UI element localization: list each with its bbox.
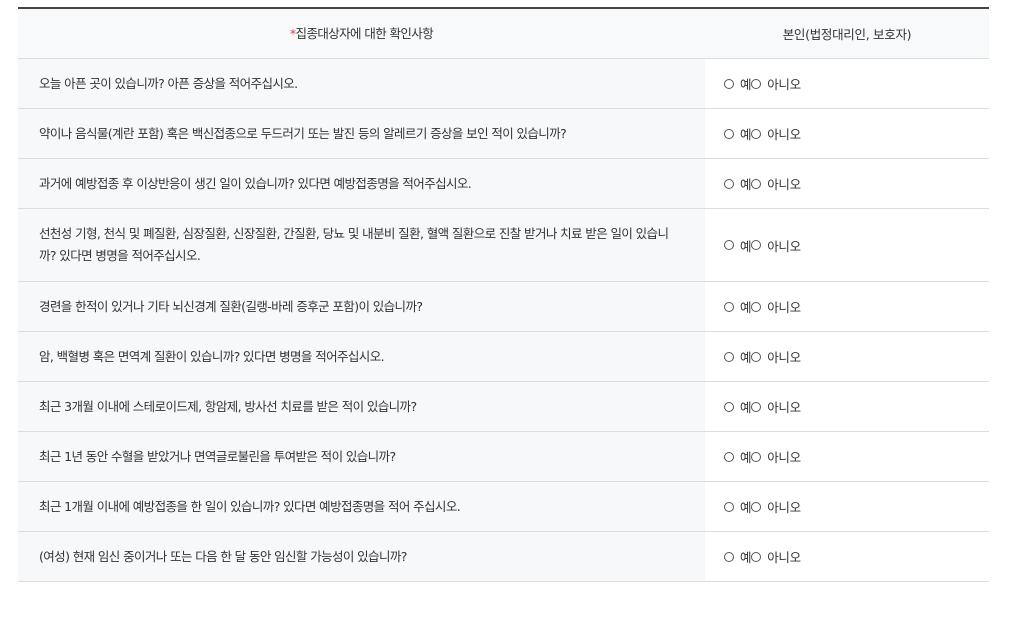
option-no[interactable]: 아니오 [751, 297, 801, 316]
question-text: 암, 백혈병 혹은 면역계 질환이 있습니까? 있다면 병명을 적어주십시오. [18, 332, 705, 381]
option-no[interactable]: 아니오 [751, 547, 801, 566]
table-row: 암, 백혈병 혹은 면역계 질환이 있습니까? 있다면 병명을 적어주십시오. 예… [18, 332, 989, 382]
radio-yes[interactable] [724, 178, 734, 189]
option-no-label: 아니오 [767, 300, 801, 315]
question-text: (여성) 현재 임신 중이거나 또는 다음 한 달 동안 임신할 가능성이 있습… [18, 532, 705, 581]
option-no-label: 아니오 [767, 238, 801, 254]
option-yes[interactable]: 예 [724, 397, 752, 416]
option-yes-label: 예 [740, 400, 752, 415]
table-row: (여성) 현재 임신 중이거나 또는 다음 한 달 동안 임신할 가능성이 있습… [18, 532, 989, 582]
answer-column-label: 본인(법정대리인, 보호자) [782, 27, 912, 42]
table-row: 선천성 기형, 천식 및 폐질환, 심장질환, 신장질환, 간질환, 당뇨 및 … [18, 209, 989, 282]
option-no[interactable]: 아니오 [751, 347, 801, 366]
answer-options: 예 아니오 [705, 382, 989, 431]
table-row: 약이나 음식물(계란 포함) 혹은 백신접종으로 두드러기 또는 발진 등의 알… [18, 109, 989, 159]
option-yes-label: 예 [740, 238, 752, 254]
option-no-label: 아니오 [767, 350, 801, 365]
question-column-header: * 집종대상자에 대한 확인사항 [18, 9, 705, 58]
option-yes-label: 예 [740, 300, 752, 315]
option-no[interactable]: 아니오 [751, 74, 801, 93]
radio-yes[interactable] [724, 501, 734, 512]
option-no[interactable]: 아니오 [751, 497, 801, 516]
option-yes[interactable]: 예 [724, 297, 752, 316]
option-yes[interactable]: 예 [724, 447, 752, 466]
option-no-label: 아니오 [767, 127, 801, 142]
radio-no[interactable] [751, 551, 762, 562]
answer-options: 예 아니오 [705, 482, 989, 531]
question-text: 과거에 예방접종 후 이상반응이 생긴 일이 있습니까? 있다면 예방접종명을 … [18, 159, 705, 208]
option-yes[interactable]: 예 [724, 174, 752, 193]
table-row: 최근 1년 동안 수혈을 받았거나 면역글로불린을 투여받은 적이 있습니까? 예… [18, 432, 989, 482]
answer-options: 예 아니오 [705, 109, 989, 158]
radio-no[interactable] [751, 401, 762, 412]
radio-yes[interactable] [724, 551, 734, 562]
question-text: 경련을 한적이 있거나 기타 뇌신경계 질환(길랭-바레 증후군 포함)이 있습… [18, 282, 705, 331]
radio-no[interactable] [751, 301, 762, 312]
option-no[interactable]: 아니오 [751, 236, 801, 255]
radio-yes[interactable] [724, 451, 734, 462]
option-yes-label: 예 [740, 500, 752, 515]
question-text: 선천성 기형, 천식 및 폐질환, 심장질환, 신장질환, 간질환, 당뇨 및 … [18, 209, 705, 281]
option-yes-label: 예 [740, 77, 752, 92]
option-no-label: 아니오 [767, 177, 801, 192]
table-row: 최근 1개월 이내에 예방접종을 한 일이 있습니까? 있다면 예방접종명을 적… [18, 482, 989, 532]
option-yes[interactable]: 예 [724, 236, 752, 255]
radio-no[interactable] [751, 78, 762, 89]
table-row: 오늘 아픈 곳이 있습니까? 아픈 증상을 적어주십시오. 예 아니오 [18, 59, 989, 109]
answer-options: 예 아니오 [705, 209, 989, 281]
option-no-label: 아니오 [767, 450, 801, 465]
table-row: 경련을 한적이 있거나 기타 뇌신경계 질환(길랭-바레 증후군 포함)이 있습… [18, 282, 989, 332]
question-text: 최근 1개월 이내에 예방접종을 한 일이 있습니까? 있다면 예방접종명을 적… [18, 482, 705, 531]
answer-options: 예 아니오 [705, 332, 989, 381]
option-no-label: 아니오 [767, 77, 801, 92]
option-yes[interactable]: 예 [724, 547, 752, 566]
table-header-row: * 집종대상자에 대한 확인사항 본인(법정대리인, 보호자) [18, 9, 989, 59]
option-no[interactable]: 아니오 [751, 124, 801, 143]
radio-yes[interactable] [724, 240, 734, 250]
radio-no[interactable] [751, 128, 762, 139]
option-yes-label: 예 [740, 177, 752, 192]
radio-no[interactable] [751, 178, 762, 189]
radio-no[interactable] [751, 240, 762, 250]
radio-yes[interactable] [724, 351, 734, 362]
option-no[interactable]: 아니오 [751, 174, 801, 193]
option-yes[interactable]: 예 [724, 124, 752, 143]
table-row: 과거에 예방접종 후 이상반응이 생긴 일이 있습니까? 있다면 예방접종명을 … [18, 159, 989, 209]
answer-options: 예 아니오 [705, 159, 989, 208]
question-text: 오늘 아픈 곳이 있습니까? 아픈 증상을 적어주십시오. [18, 59, 705, 108]
radio-no[interactable] [751, 451, 762, 462]
option-yes-label: 예 [740, 127, 752, 142]
option-yes[interactable]: 예 [724, 347, 752, 366]
answer-options: 예 아니오 [705, 282, 989, 331]
radio-yes[interactable] [724, 78, 734, 89]
radio-no[interactable] [751, 351, 762, 362]
question-text: 최근 3개월 이내에 스테로이드제, 항암제, 방사선 치료를 받은 적이 있습… [18, 382, 705, 431]
answer-options: 예 아니오 [705, 432, 989, 481]
option-yes-label: 예 [740, 350, 752, 365]
option-no-label: 아니오 [767, 500, 801, 515]
answer-column-header: 본인(법정대리인, 보호자) [705, 9, 989, 58]
vaccination-checklist-table: * 집종대상자에 대한 확인사항 본인(법정대리인, 보호자) 오늘 아픈 곳이 … [18, 7, 989, 582]
answer-options: 예 아니오 [705, 532, 989, 581]
option-yes-label: 예 [740, 550, 752, 565]
option-no-label: 아니오 [767, 550, 801, 565]
question-text: 최근 1년 동안 수혈을 받았거나 면역글로불린을 투여받은 적이 있습니까? [18, 432, 705, 481]
table-row: 최근 3개월 이내에 스테로이드제, 항암제, 방사선 치료를 받은 적이 있습… [18, 382, 989, 432]
option-no-label: 아니오 [767, 400, 801, 415]
answer-options: 예 아니오 [705, 59, 989, 108]
question-text: 약이나 음식물(계란 포함) 혹은 백신접종으로 두드러기 또는 발진 등의 알… [18, 109, 705, 158]
question-column-label: 집종대상자에 대한 확인사항 [295, 25, 434, 41]
option-yes[interactable]: 예 [724, 74, 752, 93]
radio-no[interactable] [751, 501, 762, 512]
option-yes-label: 예 [740, 450, 752, 465]
radio-yes[interactable] [724, 301, 734, 312]
option-no[interactable]: 아니오 [751, 447, 801, 466]
option-no[interactable]: 아니오 [751, 397, 801, 416]
radio-yes[interactable] [724, 401, 734, 412]
option-yes[interactable]: 예 [724, 497, 752, 516]
radio-yes[interactable] [724, 128, 734, 139]
